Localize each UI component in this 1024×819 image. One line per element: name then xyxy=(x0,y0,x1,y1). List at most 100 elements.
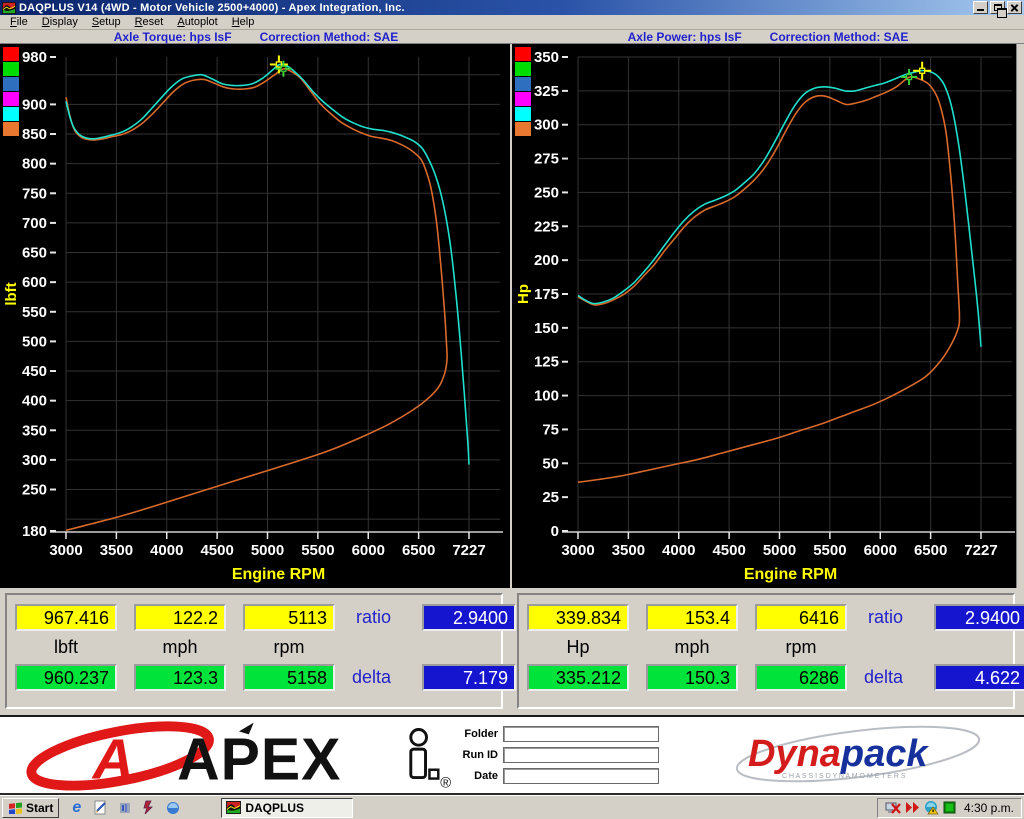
legend-swatch-icon[interactable] xyxy=(515,92,531,106)
menu-help[interactable]: Help xyxy=(225,16,262,28)
svg-text:800: 800 xyxy=(22,156,47,173)
x-axis-title: Engine RPM xyxy=(232,566,325,583)
svg-text:175: 175 xyxy=(534,286,559,303)
y-axis-title: lbft xyxy=(3,282,20,305)
svg-text:5500: 5500 xyxy=(301,542,334,559)
start-button[interactable]: Start xyxy=(2,798,59,818)
svg-text:50: 50 xyxy=(542,455,559,472)
svg-text:450: 450 xyxy=(22,363,47,380)
run-id-input[interactable] xyxy=(503,747,659,763)
lan-status-icon[interactable] xyxy=(943,801,956,814)
power-second-rpm: 6286 xyxy=(755,664,847,691)
torque-ratio-label: ratio xyxy=(356,607,405,628)
readouts-region: 967.416 122.2 5113 ratio 2.9400 lbft mph… xyxy=(0,588,1024,715)
legend-swatch-icon[interactable] xyxy=(3,107,19,121)
svg-text:Dynapack: Dynapack xyxy=(748,733,929,775)
torque-plot[interactable]: 9809008508007507006506005505004504003503… xyxy=(0,44,510,588)
fast-forward-tray-icon[interactable] xyxy=(905,801,920,814)
torque-peak-rpm: 5113 xyxy=(243,604,335,631)
dynapack-blue-text: pack xyxy=(840,733,929,775)
svg-text:4000: 4000 xyxy=(150,542,183,559)
legend-swatch-icon[interactable] xyxy=(3,92,19,106)
power-rpm-unit: rpm xyxy=(755,637,847,658)
internet-explorer-icon[interactable]: e xyxy=(68,799,85,816)
folder-input[interactable] xyxy=(503,726,659,742)
torque-chart-header: Axle Torque: hps IsF Correction Method: … xyxy=(0,30,512,43)
power-chart-header: Axle Power: hps IsF Correction Method: S… xyxy=(512,30,1024,43)
minimize-button[interactable] xyxy=(973,1,988,14)
update-alert-icon[interactable] xyxy=(924,801,939,815)
power-second-value: 335.212 xyxy=(527,664,629,691)
svg-text:5000: 5000 xyxy=(763,542,796,559)
legend-swatch-icon[interactable] xyxy=(3,47,19,61)
svg-text:325: 325 xyxy=(534,83,559,100)
apex-mark: A xyxy=(91,728,134,791)
power-peak-value: 339.834 xyxy=(527,604,629,631)
svg-text:300: 300 xyxy=(534,117,559,134)
legend-swatch-icon[interactable] xyxy=(515,77,531,91)
window-titlebar: DAQPLUS V14 (4WD - Motor Vehicle 2500+40… xyxy=(0,0,1024,15)
svg-text:4500: 4500 xyxy=(200,542,233,559)
media-player-icon[interactable] xyxy=(116,799,133,816)
menu-autoplot[interactable]: Autoplot xyxy=(170,16,224,28)
legend-swatch-icon[interactable] xyxy=(515,47,531,61)
torque-second-rpm: 5158 xyxy=(243,664,335,691)
svg-text:980: 980 xyxy=(22,49,47,66)
system-tray: 4:30 p.m. xyxy=(877,798,1022,818)
legend-swatch-icon[interactable] xyxy=(3,122,19,136)
power-plot[interactable]: 3503253002752502252001751501251007550250… xyxy=(512,44,1016,588)
series-run-orange xyxy=(578,77,959,482)
start-label: Start xyxy=(26,801,53,815)
legend-swatch-icon[interactable] xyxy=(515,107,531,121)
network-offline-icon[interactable] xyxy=(885,801,901,815)
menu-display[interactable]: Display xyxy=(35,16,85,28)
footer-strip: A APEX ® Folder Run ID Date Dynapack C H… xyxy=(0,715,1024,795)
svg-text:75: 75 xyxy=(542,421,559,438)
svg-text:3500: 3500 xyxy=(612,542,645,559)
svg-text:6000: 6000 xyxy=(352,542,385,559)
dynapack-tagline: C H A S S I S D Y N A M O M E T E R S xyxy=(782,773,906,780)
torque-chart-title: Axle Torque: hps IsF xyxy=(114,30,232,44)
close-button[interactable] xyxy=(1007,1,1022,14)
show-desktop-icon[interactable] xyxy=(92,799,109,816)
legend-swatch-icon[interactable] xyxy=(3,77,19,91)
legend-swatch-icon[interactable] xyxy=(515,122,531,136)
svg-text:650: 650 xyxy=(22,245,47,262)
power-channel-legend xyxy=(515,47,531,136)
apexi-logo: A APEX ® xyxy=(22,719,454,791)
dynapack-logo: Dynapack C H A S S I S D Y N A M O M E T… xyxy=(730,722,982,788)
svg-text:600: 600 xyxy=(22,274,47,291)
menu-file[interactable]: File xyxy=(3,16,35,28)
tick-labels: 9809008508007507006506005505004504003503… xyxy=(22,49,486,559)
restore-button[interactable] xyxy=(990,1,1005,14)
legend-swatch-icon[interactable] xyxy=(3,62,19,76)
messenger-icon[interactable] xyxy=(164,799,181,816)
svg-text:275: 275 xyxy=(534,151,559,168)
winamp-icon[interactable] xyxy=(140,799,157,816)
torque-delta-label: delta xyxy=(352,667,405,688)
svg-text:125: 125 xyxy=(534,354,559,371)
svg-text:0: 0 xyxy=(551,523,559,540)
svg-text:200: 200 xyxy=(534,252,559,269)
svg-text:3000: 3000 xyxy=(49,542,82,559)
svg-text:225: 225 xyxy=(534,218,559,235)
menu-setup[interactable]: Setup xyxy=(85,16,128,28)
svg-text:5500: 5500 xyxy=(813,542,846,559)
svg-text:250: 250 xyxy=(534,184,559,201)
taskbar-daqplus-button[interactable]: DAQPLUS xyxy=(221,798,353,818)
svg-text:750: 750 xyxy=(22,185,47,202)
x-axis-title: Engine RPM xyxy=(744,566,837,583)
windows-flag-icon xyxy=(8,801,23,814)
power-delta-label: delta xyxy=(864,667,917,688)
legend-swatch-icon[interactable] xyxy=(515,62,531,76)
torque-channel-legend xyxy=(3,47,19,136)
clock: 4:30 p.m. xyxy=(964,801,1014,815)
torque-chart[interactable]: 9809008508007507006506005505004504003503… xyxy=(0,44,510,588)
daqplus-task-icon xyxy=(226,801,241,814)
menu-reset[interactable]: Reset xyxy=(128,16,171,28)
power-correction-method: Correction Method: SAE xyxy=(770,30,909,44)
torque-correction-method: Correction Method: SAE xyxy=(260,30,399,44)
date-input[interactable] xyxy=(503,768,659,784)
power-chart[interactable]: 3503253002752502252001751501251007550250… xyxy=(512,44,1016,588)
svg-text:350: 350 xyxy=(534,49,559,66)
